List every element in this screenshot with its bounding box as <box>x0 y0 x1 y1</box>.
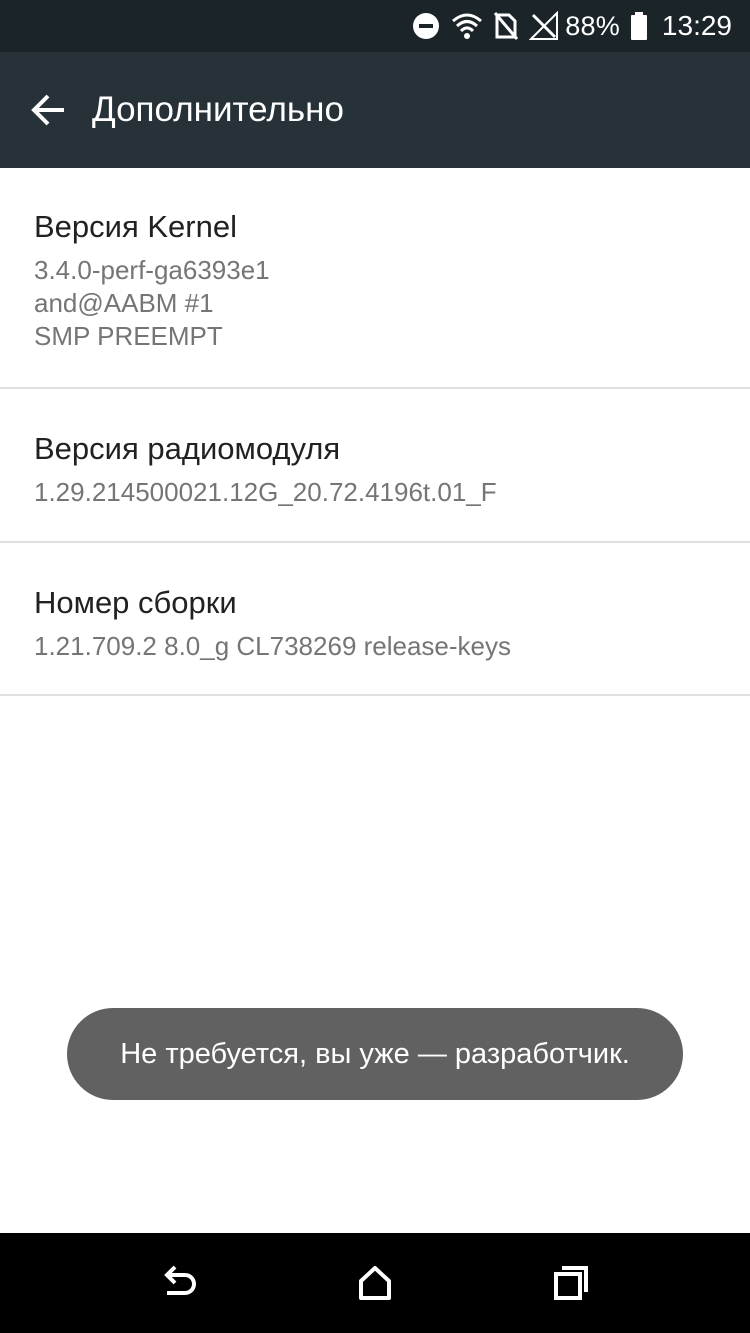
navigation-bar <box>0 1233 750 1333</box>
app-bar: Дополнительно <box>0 52 750 168</box>
nav-back-button[interactable] <box>129 1233 229 1333</box>
clock: 13:29 <box>661 10 732 41</box>
list-item-summary: 1.21.709.2 8.0_g CL738269 release-keys <box>34 631 512 661</box>
dnd-icon <box>411 11 441 41</box>
toast-message: Не требуется, вы уже — разработчик. <box>67 1008 683 1100</box>
recents-icon <box>554 1266 588 1300</box>
arrow-back-icon <box>31 94 64 126</box>
wifi-icon <box>451 11 483 41</box>
back-icon <box>164 1265 196 1295</box>
status-bar: 88% 13:29 <box>0 0 750 52</box>
signal-icon <box>529 11 559 41</box>
list-item-kernel-version[interactable]: Версия Kernel 3.4.0-perf-ga6393e1 and@AA… <box>0 168 750 389</box>
list-item-title: Версия Kernel <box>34 209 237 244</box>
no-sim-icon <box>493 11 519 41</box>
list-item-summary: 1.29.214500021.12G_20.72.4196t.01_F <box>34 477 497 507</box>
nav-recents-button[interactable] <box>521 1233 621 1333</box>
home-icon <box>359 1266 391 1300</box>
page-title: Дополнительно <box>92 90 344 129</box>
list-item-baseband-version[interactable]: Версия радиомодуля 1.29.214500021.12G_20… <box>0 389 750 543</box>
nav-home-button[interactable] <box>325 1233 425 1333</box>
list-item-summary: 3.4.0-perf-ga6393e1 and@AABM #1 SMP PREE… <box>34 255 270 351</box>
battery-icon <box>630 11 648 41</box>
battery-percent: 88% <box>565 10 620 41</box>
settings-list: Версия Kernel 3.4.0-perf-ga6393e1 and@AA… <box>0 168 750 696</box>
list-item-title: Версия радиомодуля <box>34 431 341 466</box>
back-button[interactable] <box>0 52 96 168</box>
list-item-title: Номер сборки <box>34 585 237 620</box>
list-item-build-number[interactable]: Номер сборки 1.21.709.2 8.0_g CL738269 r… <box>0 543 750 696</box>
